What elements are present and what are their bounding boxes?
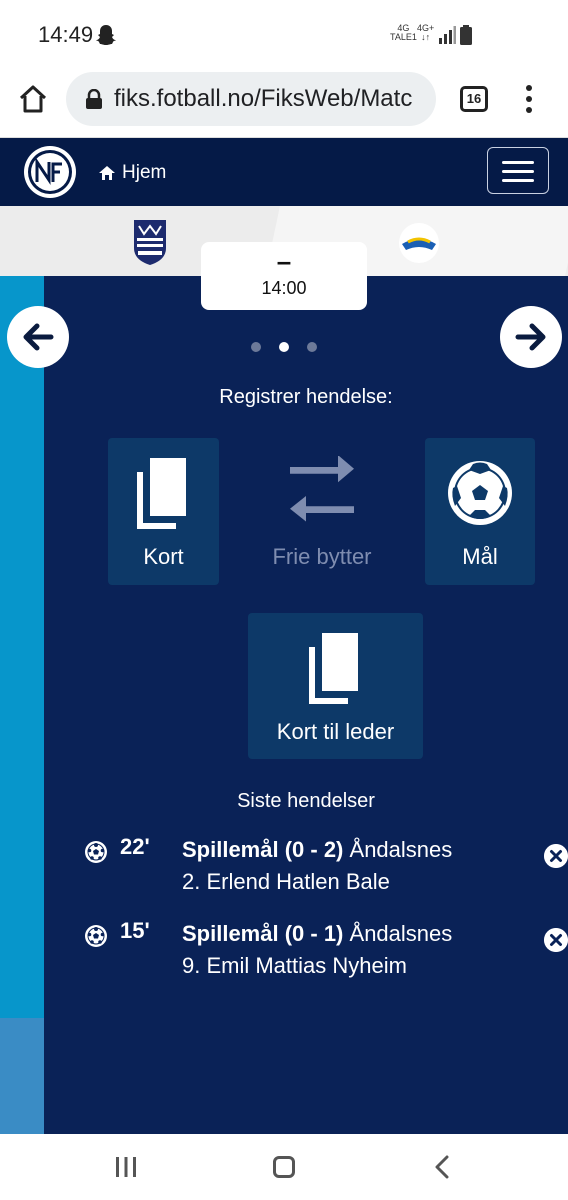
event-description: Spillemål (0 - 2) Åndalsnes 2. Erlend Ha… bbox=[182, 834, 452, 898]
away-team-crest bbox=[399, 223, 439, 263]
leader-card-button[interactable]: Kort til leder bbox=[248, 613, 423, 759]
previous-button[interactable] bbox=[7, 306, 69, 368]
card-button[interactable]: Kort bbox=[108, 438, 219, 585]
football-icon bbox=[448, 461, 512, 525]
match-score: – bbox=[276, 246, 292, 276]
event-team: Åndalsnes bbox=[349, 921, 453, 946]
register-event-title: Registrer hendelse: bbox=[219, 386, 393, 408]
data-indicator: 4G+ ↓↑ bbox=[417, 24, 434, 42]
recent-apps-icon[interactable] bbox=[114, 1156, 138, 1178]
overflow-menu-icon[interactable] bbox=[522, 84, 536, 114]
status-bar: 14:49 4G TALE1 4G+ ↓↑ bbox=[0, 0, 568, 72]
score-box: – 14:00 bbox=[201, 242, 367, 310]
home-team-crest bbox=[134, 220, 166, 265]
side-accent-strip bbox=[0, 276, 44, 1018]
event-row: 15' Spillemål (0 - 1) Åndalsnes 9. Emil … bbox=[84, 918, 568, 990]
football-icon bbox=[85, 925, 107, 947]
cards-icon bbox=[309, 633, 358, 704]
event-team: Åndalsnes bbox=[349, 837, 453, 862]
event-row: 22' Spillemål (0 - 2) Åndalsnes 2. Erlen… bbox=[84, 834, 568, 906]
menu-toggle-button[interactable] bbox=[487, 147, 549, 194]
house-icon bbox=[99, 166, 115, 180]
snapchat-icon bbox=[96, 25, 116, 45]
free-subs-label: Frie bytter bbox=[272, 544, 372, 569]
carousel-dot-2[interactable] bbox=[279, 342, 289, 352]
side-accent-strip-lower bbox=[0, 1018, 44, 1134]
event-type: Spillemål (0 - 1) bbox=[182, 921, 344, 946]
lock-icon bbox=[86, 89, 102, 109]
arrow-right-icon bbox=[515, 323, 546, 351]
system-nav-bar bbox=[0, 1134, 568, 1200]
recent-events-title: Siste hendelser bbox=[237, 790, 375, 812]
leader-card-label: Kort til leder bbox=[276, 719, 395, 744]
event-player: 9. Emil Mattias Nyheim bbox=[182, 953, 407, 978]
goal-button-label: Mål bbox=[462, 544, 498, 569]
nff-logo[interactable] bbox=[22, 144, 78, 200]
network-indicator: 4G TALE1 bbox=[390, 24, 417, 42]
back-icon[interactable] bbox=[434, 1155, 450, 1179]
goal-button[interactable]: Mål bbox=[425, 438, 535, 585]
cards-icon bbox=[137, 458, 186, 529]
address-bar[interactable]: fiks.fotball.no/FiksWeb/Matc bbox=[66, 72, 436, 126]
carousel-dot-1[interactable] bbox=[251, 342, 261, 352]
event-player: 2. Erlend Hatlen Bale bbox=[182, 869, 390, 894]
delete-event-icon[interactable] bbox=[544, 844, 568, 868]
arrow-left-icon bbox=[23, 323, 54, 351]
home-nav-icon[interactable] bbox=[273, 1156, 295, 1178]
data-arrows: ↓↑ bbox=[421, 32, 431, 42]
tab-switcher-button[interactable]: 16 bbox=[460, 86, 488, 112]
carrier-label: TALE1 bbox=[390, 32, 417, 42]
event-type: Spillemål (0 - 2) bbox=[182, 837, 344, 862]
event-description: Spillemål (0 - 1) Åndalsnes 9. Emil Matt… bbox=[182, 918, 452, 982]
status-time: 14:49 bbox=[38, 22, 94, 47]
event-minute: 22' bbox=[120, 834, 150, 859]
home-icon[interactable] bbox=[18, 84, 48, 114]
card-button-label: Kort bbox=[143, 544, 184, 569]
next-button[interactable] bbox=[500, 306, 562, 368]
home-link[interactable]: Hjem bbox=[98, 162, 166, 184]
swap-arrows-icon bbox=[290, 456, 354, 522]
battery-icon bbox=[460, 25, 472, 45]
signal-icon bbox=[439, 26, 456, 44]
home-link-label: Hjem bbox=[122, 162, 167, 183]
kickoff-time: 14:00 bbox=[261, 278, 307, 298]
event-minute: 15' bbox=[120, 918, 150, 943]
free-subs-button[interactable]: Frie bytter bbox=[256, 452, 388, 584]
carousel-dots bbox=[251, 340, 321, 354]
browser-toolbar: fiks.fotball.no/FiksWeb/Matc 16 bbox=[0, 72, 568, 138]
site-header: Hjem bbox=[0, 138, 568, 206]
carousel-dot-3[interactable] bbox=[307, 342, 317, 352]
url-text: fiks.fotball.no/FiksWeb/Matc bbox=[114, 85, 413, 112]
football-icon bbox=[85, 841, 107, 863]
delete-event-icon[interactable] bbox=[544, 928, 568, 952]
